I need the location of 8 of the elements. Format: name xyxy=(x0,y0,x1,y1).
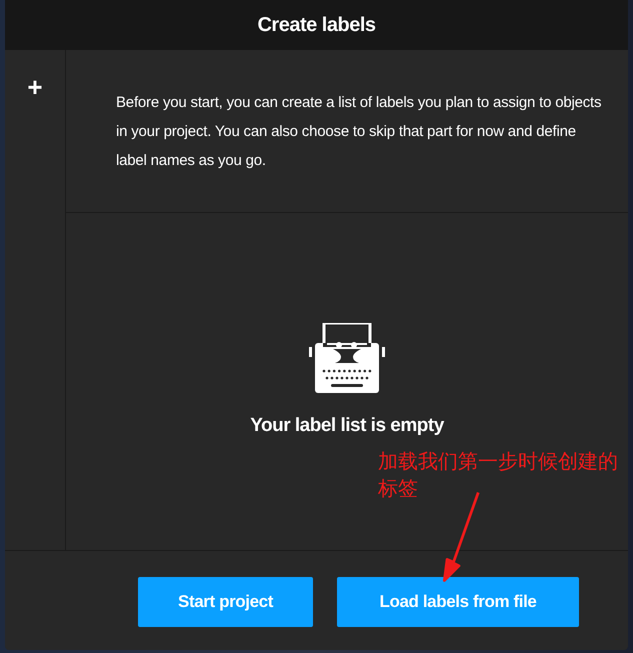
annotation-text: 加载我们第一步时候创建的标签 xyxy=(378,448,619,502)
typewriter-icon xyxy=(309,323,385,393)
add-label-button[interactable]: + xyxy=(23,72,47,102)
action-button[interactable]: Start project xyxy=(138,577,313,627)
dialog-title: Create labels xyxy=(257,14,376,36)
empty-state-message: Your label list is empty xyxy=(250,415,444,437)
action-button[interactable]: Load labels from file xyxy=(337,577,579,627)
description-text: Before you start, you can create a list of labels you plan to assign to objects in your project. You can also choose to skip that part for now and define label names as you go. xyxy=(116,92,602,170)
